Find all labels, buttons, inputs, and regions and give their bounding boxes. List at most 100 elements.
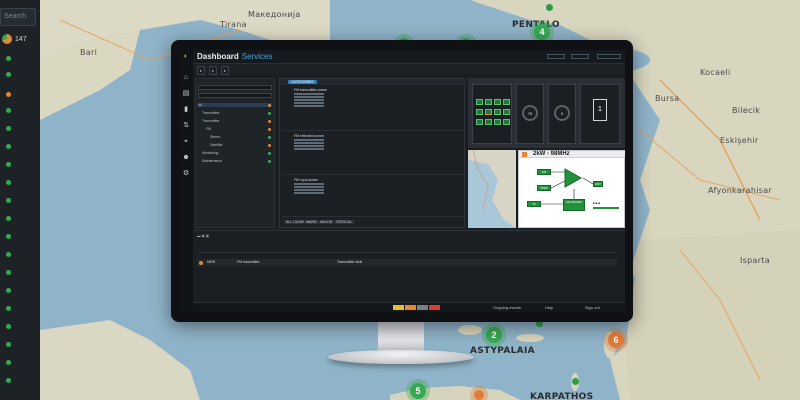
- site-status-dot[interactable]: [6, 288, 11, 293]
- header-toggle[interactable]: [571, 54, 589, 59]
- filter-warn-button[interactable]: WARN: [304, 220, 319, 224]
- service-name: FM input power: [294, 178, 319, 182]
- status-cell[interactable]: [485, 119, 492, 125]
- ongoing-events-link[interactable]: Ongoing events: [493, 305, 521, 310]
- site-search-input[interactable]: Search: [0, 8, 36, 26]
- crumb-2[interactable]: ▸: [209, 66, 218, 75]
- site-status-dot[interactable]: [6, 270, 11, 275]
- tree-search-input[interactable]: [198, 93, 272, 98]
- location-icon[interactable]: ⌖: [182, 138, 190, 146]
- tree-item[interactable]: Maintenance: [202, 159, 222, 163]
- site-status-dot[interactable]: [6, 342, 11, 347]
- site-status-dot[interactable]: [6, 92, 11, 97]
- status-cell[interactable]: [485, 99, 492, 105]
- sign-out-link[interactable]: Sign out: [585, 305, 600, 310]
- diagram-connectors: [541, 171, 594, 205]
- chart-icon[interactable]: ▮: [182, 106, 190, 114]
- tree-item[interactable]: Transmitter: [202, 119, 220, 123]
- monitor-frame: ◐ ⌂ ▤ ▮ ⇅ ⌖ ☻ ⚙ DashboardServices ▸ ▸ ▸: [171, 40, 633, 322]
- counter-display: 1: [593, 99, 607, 121]
- map-cluster-dodecanese[interactable]: 6: [608, 332, 624, 348]
- site-status-dot[interactable]: [6, 360, 11, 365]
- filter-major-button[interactable]: MAJOR: [318, 220, 335, 224]
- site-status-dot[interactable]: [6, 252, 11, 257]
- alarm-list-header: ▬ ▣ ▣: [197, 234, 210, 238]
- app-subtitle[interactable]: Services: [242, 52, 273, 61]
- alarm-row[interactable]: NEW FM transmitter Transmitter fault: [197, 259, 617, 266]
- status-cell[interactable]: [494, 109, 501, 115]
- status-dot: [268, 104, 271, 107]
- gear-icon[interactable]: ⚙: [182, 170, 190, 178]
- header-toggle[interactable]: [547, 54, 565, 59]
- alarm-severity-icon: [199, 260, 203, 265]
- home-icon[interactable]: ⌂: [182, 74, 190, 82]
- status-cell[interactable]: [503, 109, 510, 115]
- mini-map[interactable]: [468, 150, 516, 228]
- status-bar: Ongoing events Help Sign out: [193, 302, 625, 312]
- status-cell[interactable]: [476, 109, 483, 115]
- map-label-afyon: Afyonkarahisar: [708, 186, 773, 195]
- map-site-marker[interactable]: [546, 4, 553, 11]
- filter-critical-button[interactable]: CRITICAL: [334, 220, 354, 224]
- service-name: FM reflected power: [294, 134, 324, 138]
- map-cluster-pentalo[interactable]: 4: [534, 24, 550, 40]
- tree-item[interactable]: FM: [206, 127, 211, 131]
- severity-minor-counter[interactable]: [417, 305, 428, 310]
- site-status-dot[interactable]: [6, 234, 11, 239]
- categories-tab[interactable]: CATEGORIES: [288, 80, 317, 84]
- site-status-dot[interactable]: [6, 324, 11, 329]
- tree-item[interactable]: Transmitter: [202, 111, 220, 115]
- status-cell[interactable]: [503, 99, 510, 105]
- list-icon[interactable]: ▤: [182, 90, 190, 98]
- tree-item[interactable]: Satellite: [210, 143, 222, 147]
- map-cluster-marker[interactable]: [474, 390, 484, 400]
- monitor-screen: ◐ ⌂ ▤ ▮ ⇅ ⌖ ☻ ⚙ DashboardServices ▸ ▸ ▸: [179, 50, 625, 312]
- alarm-list-panel: ▬ ▣ ▣ NEW FM transmitter Transmitter fau…: [193, 230, 625, 312]
- site-status-dot[interactable]: [6, 180, 11, 185]
- status-cell[interactable]: [494, 119, 501, 125]
- site-status-dot[interactable]: [6, 306, 11, 311]
- tree-item[interactable]: Stereo: [210, 135, 220, 139]
- status-dot: [268, 128, 271, 131]
- status-cell[interactable]: [476, 99, 483, 105]
- status-cell[interactable]: [476, 119, 483, 125]
- signal-flow-diagram: 2kW - 98MHz FM PWR TX RECEIVER ANT ■ ■ ■: [518, 150, 625, 228]
- sort-icon[interactable]: ⇅: [182, 122, 190, 130]
- crumb-3[interactable]: ▸: [221, 66, 230, 75]
- map-cluster-astypalaia[interactable]: 2: [486, 327, 502, 343]
- status-dot: [268, 136, 271, 139]
- crumb-1[interactable]: ▸: [197, 66, 206, 75]
- severity-major-counter[interactable]: [405, 305, 416, 310]
- map-label-bilecik: Bilecik: [732, 106, 761, 115]
- status-cell[interactable]: [494, 99, 501, 105]
- site-status-dot[interactable]: [6, 378, 11, 383]
- severity-warn-counter[interactable]: [393, 305, 404, 310]
- tree-filter-input[interactable]: [198, 85, 272, 90]
- site-status-dot[interactable]: [6, 126, 11, 131]
- status-dot: [268, 112, 271, 115]
- map-site-marker[interactable]: [572, 378, 579, 385]
- service-row[interactable]: FM input power: [282, 177, 464, 217]
- map-cluster-crete[interactable]: 5: [410, 383, 426, 399]
- status-dot: [268, 144, 271, 147]
- tree-item[interactable]: Monitoring: [202, 151, 218, 155]
- site-status-dot[interactable]: [6, 198, 11, 203]
- users-icon[interactable]: ☻: [182, 154, 190, 162]
- site-status-dot[interactable]: [6, 56, 11, 61]
- site-status-dot[interactable]: [6, 72, 11, 77]
- services-panel: CATEGORIES FM transmitter power FM refle…: [279, 78, 466, 228]
- status-cell[interactable]: [503, 119, 510, 125]
- device-count-badge[interactable]: 147: [2, 34, 27, 44]
- service-row[interactable]: FM transmitter power: [282, 87, 464, 131]
- status-cell[interactable]: [485, 109, 492, 115]
- help-link[interactable]: Help: [545, 305, 553, 310]
- gauge: 75: [522, 105, 538, 121]
- tree-item[interactable]: All: [198, 103, 272, 107]
- site-status-dot[interactable]: [6, 162, 11, 167]
- service-row[interactable]: FM reflected power: [282, 133, 464, 175]
- header-toggle[interactable]: [597, 54, 621, 59]
- severity-critical-counter[interactable]: [429, 305, 440, 310]
- site-status-dot[interactable]: [6, 108, 11, 113]
- site-status-dot[interactable]: [6, 144, 11, 149]
- site-status-dot[interactable]: [6, 216, 11, 221]
